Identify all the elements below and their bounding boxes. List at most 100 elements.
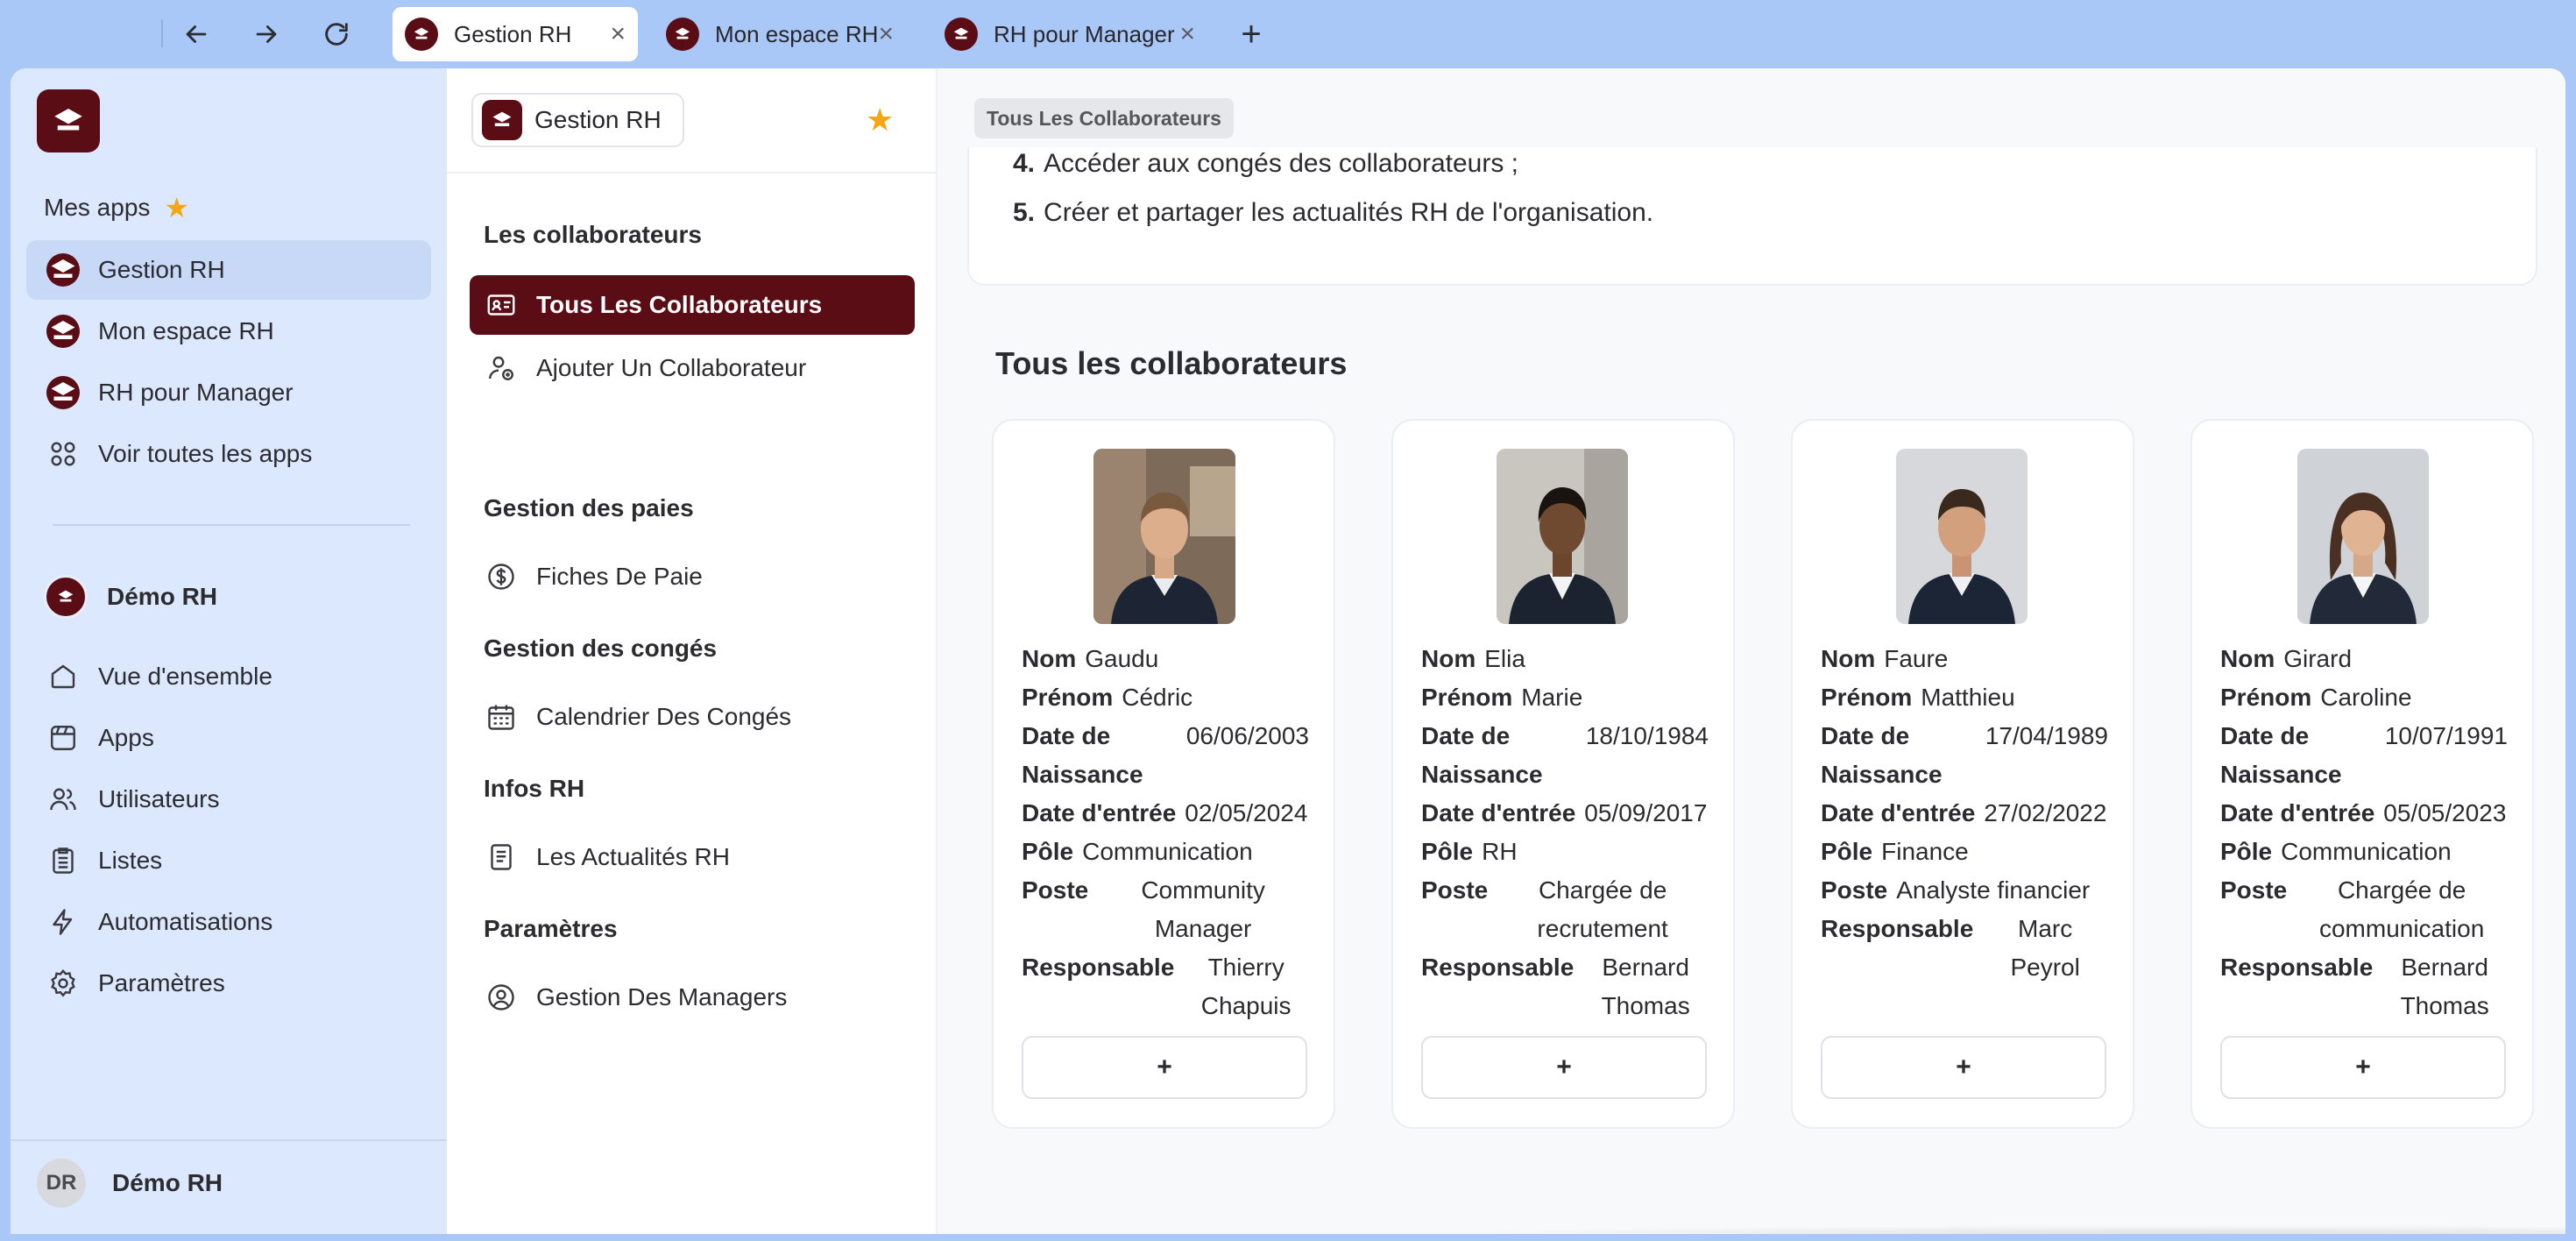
- close-icon[interactable]: ×: [610, 21, 626, 47]
- scroll-shadow: [1428, 1225, 2565, 1234]
- nav-section-heading: Gestion des congés: [484, 635, 718, 662]
- add-button[interactable]: +: [1421, 1036, 1707, 1099]
- sidebar-item-listes[interactable]: Listes: [26, 831, 431, 890]
- field-pole: Pôle RH: [1421, 833, 1709, 871]
- nav-item-fiches-de-paie[interactable]: Fiches De Paie: [470, 547, 915, 606]
- browser-tab-rh-pour-manager[interactable]: RH pour Manager ×: [932, 7, 1207, 61]
- nav-item-label: Tous Les Collaborateurs: [536, 291, 823, 318]
- favorite-star-icon[interactable]: ★: [866, 102, 894, 138]
- field-nom: Nom Faure: [1821, 640, 2108, 678]
- app-logo-icon: [482, 100, 522, 140]
- field-prenom: Prénom Cédric: [1022, 678, 1309, 717]
- sidebar-item-parametres[interactable]: Paramètres: [26, 954, 431, 1013]
- back-button[interactable]: [173, 12, 219, 56]
- employee-photo: [2297, 449, 2429, 624]
- nav-item-calendrier-des-conges[interactable]: Calendrier Des Congés: [470, 687, 915, 747]
- org-name: Démo RH: [107, 583, 218, 610]
- calendar-icon: [484, 699, 519, 734]
- field-value: Analyste financier: [1896, 876, 2091, 904]
- app-frame: Mes apps ★ Gestion RH Mon espace RH RH p…: [11, 68, 2565, 1234]
- field-poste: Poste Chargée de recrutement: [1421, 871, 1709, 948]
- nav-item-les-actualites-rh[interactable]: Les Actualités RH: [470, 827, 915, 887]
- id-card-icon: [484, 287, 519, 323]
- nav-section-heading: Paramètres: [484, 915, 618, 942]
- reload-icon: [325, 23, 348, 46]
- field-value: Marc Peyrol: [2010, 915, 2080, 981]
- field-label: Date de Naissance: [1821, 722, 1943, 788]
- nav-section-heading: Gestion des paies: [484, 494, 694, 521]
- browser-tab-mon-espace-rh[interactable]: Mon espace RH ×: [654, 7, 906, 61]
- sidebar-divider: [53, 524, 410, 526]
- main-content: Tous Les Collaborateurs 4. Accéder aux co…: [938, 68, 2565, 1234]
- organization-header[interactable]: Démo RH: [44, 575, 217, 619]
- field-poste: Poste Chargée de communication: [2220, 871, 2508, 948]
- user-profile[interactable]: DR Démo RH: [37, 1159, 223, 1208]
- sidebar-item-label: RH pour Manager: [98, 379, 294, 406]
- employee-fields: Nom Gaudu Prénom Cédric Date de Naissance 0…: [1022, 640, 1309, 1025]
- field-label: Poste: [1022, 876, 1089, 904]
- sidebar-item-label: Listes: [98, 847, 163, 874]
- sidebar-item-vue-ensemble[interactable]: Vue d'ensemble: [26, 647, 431, 706]
- field-label: Responsable: [2220, 954, 2374, 981]
- field-label: Nom: [1821, 645, 1876, 672]
- field-responsable: Responsable Bernard Thomas: [2220, 948, 2508, 1025]
- employee-card: Nom Girard Prénom Caroline Date de Naissan…: [2190, 419, 2534, 1129]
- mes-apps-label: Mes apps: [44, 194, 151, 221]
- nav-item-tous-les-collaborateurs[interactable]: Tous Les Collaborateurs: [470, 275, 915, 335]
- nav-item-ajouter-un-collaborateur[interactable]: Ajouter Un Collaborateur: [470, 338, 915, 398]
- field-prenom: Prénom Caroline: [2220, 678, 2508, 717]
- sidebar-item-label: Paramètres: [98, 969, 225, 996]
- reload-button[interactable]: [314, 12, 359, 56]
- avatar: DR: [37, 1159, 86, 1208]
- field-value: Bernard Thomas: [1601, 954, 1690, 1019]
- sidebar-item-label: Vue d'ensemble: [98, 663, 272, 690]
- add-button[interactable]: +: [1022, 1036, 1307, 1099]
- field-label: Pôle: [1421, 838, 1474, 865]
- field-label: Poste: [2220, 876, 2288, 904]
- field-label: Responsable: [1421, 954, 1575, 981]
- field-value: Marie: [1521, 684, 1583, 711]
- field-label: Date de Naissance: [1421, 722, 1543, 788]
- apps-icon: [46, 720, 81, 755]
- add-button[interactable]: +: [2220, 1036, 2506, 1099]
- employee-fields: Nom Girard Prénom Caroline Date de Naissan…: [2220, 640, 2508, 1025]
- sidebar-divider: [11, 1139, 447, 1141]
- employee-fields: Nom Faure Prénom Matthieu Date de Naissanc…: [1821, 640, 2108, 987]
- users-icon: [46, 782, 81, 817]
- field-label: Date de Naissance: [1022, 722, 1143, 788]
- sidebar-item-label: Apps: [98, 724, 154, 751]
- field-label: Prénom: [2220, 684, 2312, 711]
- field-value: Communication: [1082, 838, 1253, 865]
- field-value: Chargée de recrutement: [1537, 876, 1668, 942]
- browser-tab-gestion-rh[interactable]: Gestion RH ×: [393, 7, 638, 61]
- sidebar-item-label: Gestion RH: [98, 256, 225, 283]
- workspace-logo[interactable]: [37, 89, 100, 152]
- field-pole: Pôle Finance: [1821, 833, 2108, 871]
- field-label: Prénom: [1022, 684, 1114, 711]
- app-switcher-chip[interactable]: Gestion RH: [471, 93, 684, 147]
- nav-item-gestion-des-managers[interactable]: Gestion Des Managers: [470, 968, 915, 1027]
- sidebar-all-apps[interactable]: Voir toutes les apps: [26, 424, 431, 484]
- sidebar-app-gestion-rh[interactable]: Gestion RH: [26, 240, 431, 300]
- sidebar-app-rh-pour-manager[interactable]: RH pour Manager: [26, 363, 431, 422]
- sidebar-item-apps[interactable]: Apps: [26, 708, 431, 768]
- sidebar-item-automatisations[interactable]: Automatisations: [26, 892, 431, 952]
- nav-divider: [447, 172, 938, 174]
- field-value: Gaudu: [1085, 645, 1159, 672]
- add-button[interactable]: +: [1821, 1036, 2106, 1099]
- nav-section-heading: Infos RH: [484, 775, 585, 802]
- new-tab-button[interactable]: +: [1227, 12, 1276, 56]
- sidebar-app-mon-espace-rh[interactable]: Mon espace RH: [26, 301, 431, 361]
- field-entree: Date d'entrée 05/09/2017: [1421, 794, 1709, 833]
- field-naissance: Date de Naissance 10/07/1991: [2220, 717, 2508, 794]
- close-icon[interactable]: ×: [878, 21, 894, 47]
- forward-button[interactable]: [244, 12, 289, 56]
- sidebar-item-utilisateurs[interactable]: Utilisateurs: [26, 769, 431, 829]
- field-label: Responsable: [1022, 954, 1175, 981]
- news-icon: [484, 840, 519, 875]
- field-value: 18/10/1984: [1585, 722, 1709, 749]
- close-icon[interactable]: ×: [1179, 21, 1195, 47]
- field-nom: Nom Girard: [2220, 640, 2508, 678]
- field-nom: Nom Elia: [1421, 640, 1709, 678]
- field-poste: Poste Analyste financier: [1821, 871, 2108, 910]
